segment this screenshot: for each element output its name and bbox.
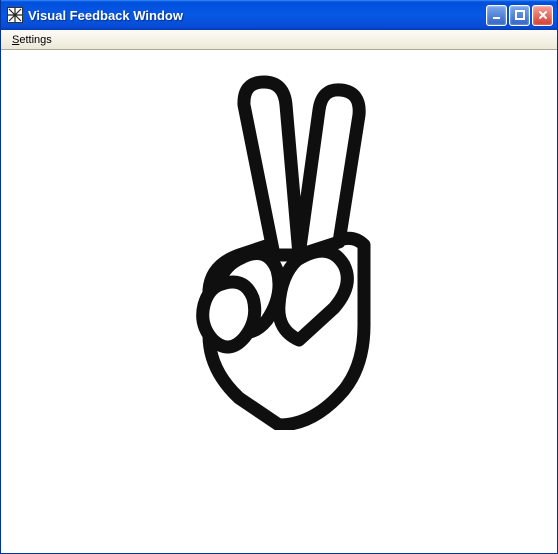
- window-controls: [486, 5, 553, 26]
- close-button[interactable]: [532, 5, 553, 26]
- maximize-button[interactable]: [509, 5, 530, 26]
- menu-settings[interactable]: Settings: [5, 32, 59, 48]
- peace-sign-hand-icon: [149, 70, 409, 430]
- client-area: [1, 50, 557, 553]
- window-title: Visual Feedback Window: [28, 8, 486, 23]
- menubar: Settings: [1, 30, 557, 50]
- minimize-button[interactable]: [486, 5, 507, 26]
- app-icon: [7, 7, 23, 23]
- menu-settings-rest: ettings: [19, 34, 51, 46]
- application-window: Visual Feedback Window Settings: [0, 0, 558, 554]
- titlebar[interactable]: Visual Feedback Window: [1, 0, 557, 30]
